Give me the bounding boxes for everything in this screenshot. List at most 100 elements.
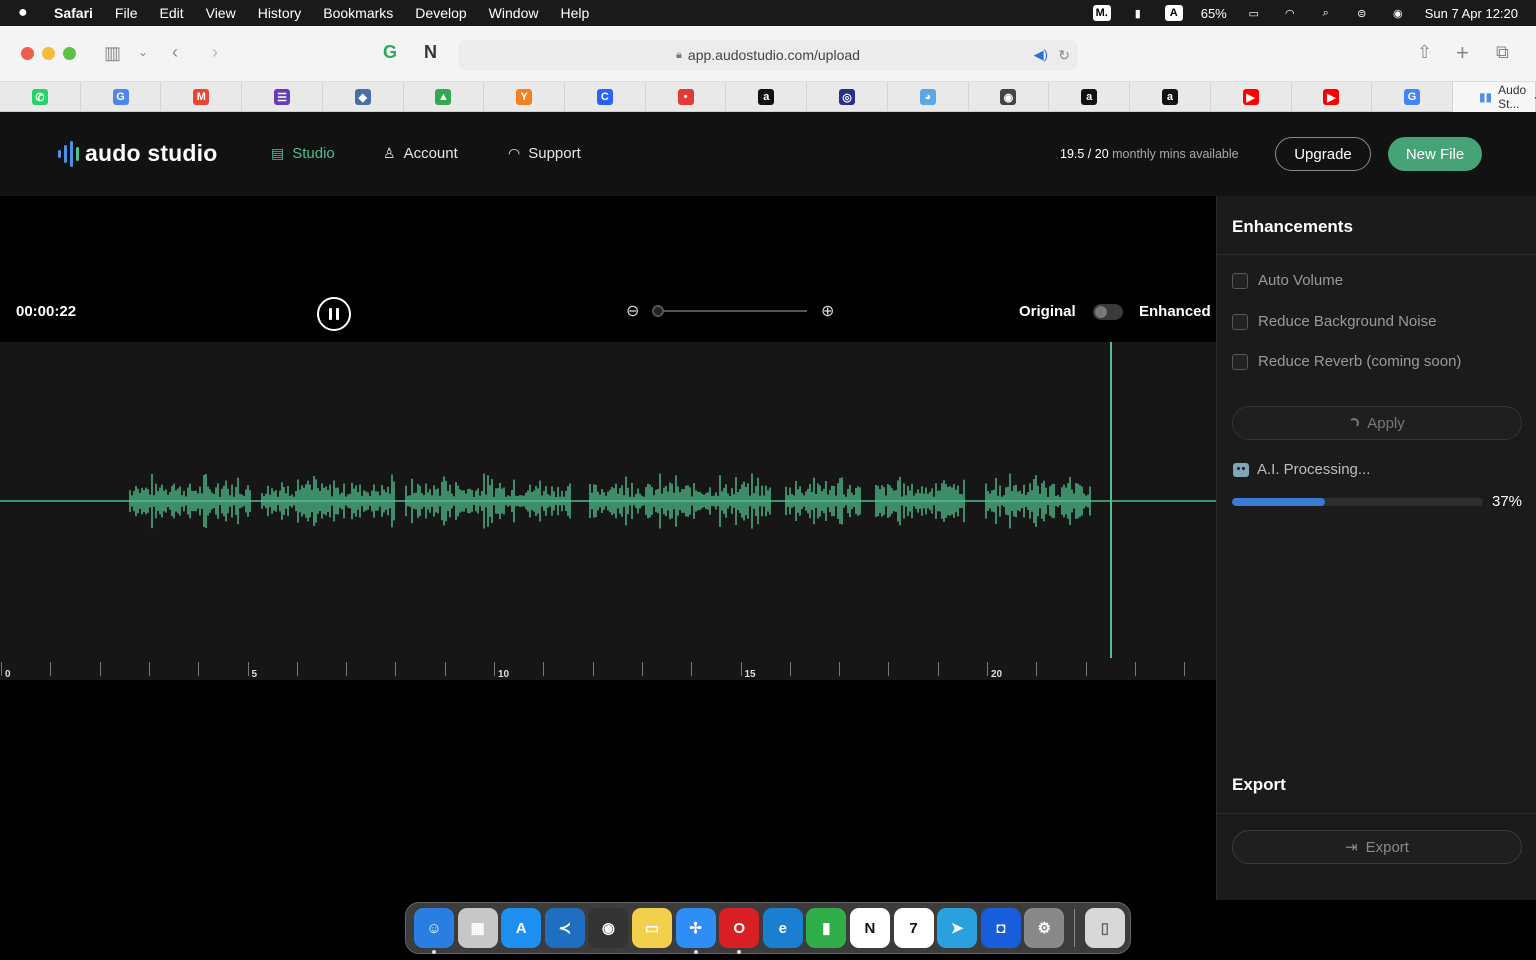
close-window-button[interactable] [21, 47, 34, 60]
dock-opera-icon[interactable]: O [719, 908, 760, 954]
pinned-tab[interactable]: ☰ [242, 82, 323, 112]
auto-volume-checkbox[interactable] [1232, 272, 1248, 289]
dock-finder-icon[interactable]: ☺ [414, 908, 454, 954]
audo-logo[interactable]: audo studio [58, 140, 218, 167]
pause-bar [329, 308, 332, 320]
zoom-in-icon[interactable]: ⊕ [821, 301, 834, 321]
zoom-out-icon[interactable]: ⊖ [626, 301, 639, 321]
menu-view[interactable]: View [206, 5, 236, 21]
minimize-window-button[interactable] [42, 47, 55, 60]
menu-app-name[interactable]: Safari [54, 5, 93, 21]
menu-develop[interactable]: Develop [415, 5, 466, 21]
dock-vscode-icon[interactable]: ≺ [544, 908, 585, 948]
url-text[interactable]: app.audostudio.com/upload [688, 47, 860, 63]
back-icon[interactable]: ‹ [172, 42, 178, 63]
pinned-tab[interactable]: ◉ [969, 82, 1050, 112]
dock-bitwarden-icon[interactable]: ◘ [980, 908, 1021, 948]
pinned-tab[interactable]: C [565, 82, 646, 112]
grammarly-icon[interactable]: G [383, 42, 397, 63]
menu-window[interactable]: Window [489, 5, 539, 21]
nav-support[interactable]: ◠ Support [508, 145, 581, 162]
siri-icon[interactable]: ◉ [1389, 5, 1407, 21]
pinned-tab[interactable]: Y [484, 82, 566, 112]
reduce-noise-option[interactable]: Reduce Background Noise [1232, 313, 1436, 330]
control-center-icon[interactable]: ⊜ [1353, 5, 1371, 21]
menu-help[interactable]: Help [560, 5, 589, 21]
pinned-tab[interactable]: G [1372, 82, 1453, 112]
menubar-clock[interactable]: Sun 7 Apr 12:20 [1425, 6, 1518, 21]
spotlight-icon[interactable]: ⌕ [1317, 5, 1335, 21]
input-source-icon[interactable]: A [1164, 5, 1183, 21]
share-icon[interactable]: ⇧ [1417, 42, 1432, 63]
dock-notion-icon[interactable]: N [849, 908, 890, 948]
apply-button[interactable]: Apply [1232, 406, 1522, 440]
pinned-tab[interactable]: ▶ [1292, 82, 1373, 112]
tab-overview-icon[interactable]: ⧉ [1496, 42, 1509, 63]
chevron-down-icon[interactable]: ⌄ [138, 45, 148, 59]
reload-icon[interactable]: ↻ [1058, 47, 1070, 64]
address-bar[interactable]: 🔒︎ app.audostudio.com/upload ◀) ↻ [458, 40, 1078, 70]
pinned-tab[interactable]: ◕ [888, 82, 969, 112]
dock-system-settings-icon[interactable]: ⚙ [1024, 908, 1065, 948]
new-tab-icon[interactable]: + [1456, 40, 1469, 66]
waveform-area[interactable]: 0 5 10 15 20 [0, 342, 1216, 680]
ruler-tick [50, 662, 52, 676]
pinned-tab[interactable]: M [161, 82, 243, 112]
pinned-tab[interactable]: ▶ [1211, 82, 1292, 112]
pinned-tab[interactable]: a [1049, 82, 1131, 112]
dock-obs-icon[interactable]: ◉ [588, 908, 629, 948]
original-enhanced-toggle[interactable] [1093, 304, 1123, 320]
pinned-tab[interactable]: ◎ [807, 82, 888, 112]
youtube-icon: ▶ [1242, 89, 1259, 105]
auto-volume-option[interactable]: Auto Volume [1232, 272, 1343, 289]
audo-favicon-icon: ▮▮ [1478, 90, 1493, 104]
reduce-noise-checkbox[interactable] [1232, 313, 1248, 330]
time-ruler[interactable]: 0 5 10 15 20 [0, 658, 1216, 680]
pinned-tab[interactable]: ▲ [404, 82, 485, 112]
reduce-reverb-option[interactable]: Reduce Reverb (coming soon) [1232, 353, 1461, 370]
forward-icon[interactable]: › [212, 42, 218, 63]
dock-app-store-icon[interactable]: A [501, 908, 542, 948]
dock-calendar-icon[interactable]: 7 [893, 908, 934, 948]
menu-edit[interactable]: Edit [159, 5, 183, 21]
pinned-tab[interactable]: • [646, 82, 727, 112]
nav-account[interactable]: ♙ Account [383, 145, 458, 162]
menu-bookmarks[interactable]: Bookmarks [323, 5, 393, 21]
menu-history[interactable]: History [258, 5, 302, 21]
dock-edge-icon[interactable]: e [762, 908, 803, 948]
reduce-reverb-checkbox[interactable] [1232, 353, 1248, 370]
pinned-tab[interactable]: ◆ [323, 82, 404, 112]
dock-launchpad-icon[interactable]: ▦ [457, 908, 498, 948]
pause-button[interactable] [317, 297, 351, 331]
apple-icon[interactable]: ● [18, 4, 40, 22]
battery-icon[interactable]: ▭ [1245, 5, 1263, 21]
menu-file[interactable]: File [115, 5, 138, 21]
speaker-icon[interactable]: ◀) [1034, 47, 1048, 63]
zoom-slider-handle[interactable] [652, 305, 664, 317]
active-tab[interactable]: ▮▮Audo St...◀) [1452, 82, 1536, 112]
export-button[interactable]: ⇥ Export [1232, 830, 1522, 864]
upgrade-button[interactable]: Upgrade [1275, 137, 1371, 171]
pinned-tab[interactable]: a [726, 82, 808, 112]
nav-studio[interactable]: ▤ Studio [271, 145, 335, 162]
spinner-icon [1349, 418, 1360, 428]
zoom-slider[interactable] [652, 305, 807, 317]
dock-trash-icon[interactable]: ▯ [1084, 908, 1125, 948]
ruler-tick [148, 662, 150, 676]
m-status-icon[interactable]: M. [1092, 5, 1111, 21]
sidebar-toggle-icon[interactable]: ▥ [104, 43, 121, 64]
notion-extension-icon[interactable]: N [424, 42, 437, 63]
zoom-window-button[interactable] [63, 47, 76, 60]
pinned-tab[interactable]: G [81, 82, 162, 112]
dock-telegram-icon[interactable]: ➤ [937, 908, 978, 948]
playhead[interactable] [1110, 342, 1113, 658]
phone-status-icon[interactable]: ▮ [1129, 5, 1147, 21]
pinned-tab[interactable]: a [1130, 82, 1211, 112]
dock-safari-icon[interactable]: ✢ [675, 908, 716, 954]
wifi-icon[interactable]: ◠ [1281, 5, 1299, 21]
dock-numbers-icon[interactable]: ▮ [806, 908, 847, 948]
new-file-button[interactable]: New File [1388, 137, 1482, 171]
ruler-tick [247, 662, 249, 676]
pinned-tab[interactable]: ✆ [0, 82, 81, 112]
dock-notes-icon[interactable]: ▭ [631, 908, 672, 948]
